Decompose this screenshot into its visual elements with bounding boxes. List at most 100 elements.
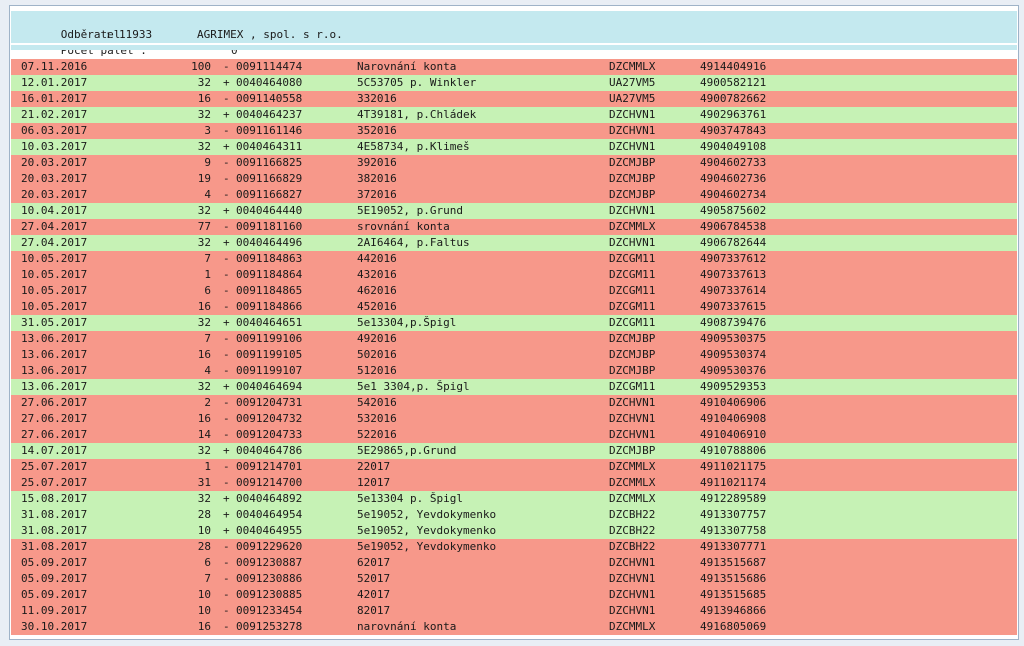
row-date: 27.06.2017 [21, 428, 88, 441]
table-row[interactable]: 16.01.2017 16-0091140558 332016 UA27VM5 4900… [11, 91, 1017, 107]
row-document-number: 0091230886 [236, 572, 303, 585]
table-row[interactable]: 13.06.2017 32 +0040464694 5e1 3304,p. Špigl… [11, 379, 1017, 395]
customer-line: Odběratel:11933 AGRIMEX , spol. s r.o. [21, 11, 343, 41]
table-row[interactable]: 27.06.2017 14-0091204733 522016 DZCHVN1 4910… [11, 427, 1017, 443]
table-row[interactable]: 31.08.2017 10 +0040464955 5e19052, Yevdokym… [11, 523, 1017, 539]
table-row[interactable]: 13.06.2017 16-0091199105 502016 DZCMJBP 4909… [11, 347, 1017, 363]
row-date: 10.04.2017 [21, 204, 88, 217]
row-document-number: 0091161146 [236, 124, 303, 137]
table-row[interactable]: 25.07.2017 31-0091214700 12017 DZCMMLX 49110… [11, 475, 1017, 491]
table-row[interactable]: 10.03.2017 32 +0040464311 4E58734, p.Klimeš… [11, 139, 1017, 155]
customer-name: AGRIMEX , spol. s r.o. [197, 28, 343, 41]
row-code: DZCMJBP [609, 332, 656, 345]
table-row[interactable]: 27.04.2017 32 +0040464496 2AI6464, p.Faltus… [11, 235, 1017, 251]
table-row[interactable]: 31.08.2017 28 +0040464954 5e19052, Yevdokym… [11, 507, 1017, 523]
row-quantity: 32 [197, 204, 211, 217]
table-row[interactable]: 27.04.2017 77-0091181160 srovnání konta DZC… [11, 219, 1017, 235]
row-description: 432016 [357, 268, 397, 281]
table-row[interactable]: 10.05.2017 6-0091184865 462016 DZCGM11 49073… [11, 283, 1017, 299]
row-reference-number: 4903747843 [700, 124, 767, 137]
row-document-number: 0040464080 [236, 76, 303, 89]
table-row[interactable]: 10.05.2017 7-0091184863 442016 DZCGM11 49073… [11, 251, 1017, 267]
table-row[interactable]: 27.06.2017 2-0091204731 542016 DZCHVN1 49104… [11, 395, 1017, 411]
row-description: 2AI6464, p.Faltus [357, 236, 470, 249]
row-document-number: 0040464311 [236, 140, 303, 153]
row-reference-number: 4908739476 [700, 316, 767, 329]
table-row[interactable]: 05.09.2017 7-0091230886 52017 DZCHVN1 491351… [11, 571, 1017, 587]
row-quantity: 32 [197, 380, 211, 393]
table-row[interactable]: 31.05.2017 32 +0040464651 5e13304,p.Špigl DZ… [11, 315, 1017, 331]
table-row[interactable]: 07.11.2016 100-0091114474 Narovnání konta D… [11, 59, 1017, 75]
row-description: srovnání konta [357, 220, 450, 233]
table-row[interactable]: 20.03.2017 9-0091166825 392016 DZCMJBP 49046… [11, 155, 1017, 171]
table-row[interactable]: 25.07.2017 1-0091214701 22017 DZCMMLX 491102… [11, 459, 1017, 475]
row-quantity: 31 [197, 476, 211, 489]
row-reference-number: 4913307771 [700, 540, 767, 553]
table-row[interactable]: 27.06.2017 16-0091204732 532016 DZCHVN1 4910… [11, 411, 1017, 427]
row-reference-number: 4911021174 [700, 476, 767, 489]
row-date: 16.01.2017 [21, 92, 88, 105]
table-row[interactable]: 20.03.2017 4-0091166827 372016 DZCMJBP 49046… [11, 187, 1017, 203]
row-date: 27.06.2017 [21, 412, 88, 425]
table-row[interactable]: 05.09.2017 10-0091230885 42017 DZCHVN1 49135… [11, 587, 1017, 603]
row-quantity: 6 [204, 556, 211, 569]
row-sign: - [223, 604, 230, 617]
row-reference-number: 4907337613 [700, 268, 767, 281]
row-date: 25.07.2017 [21, 476, 88, 489]
row-code: DZCMMLX [609, 492, 656, 505]
row-reference-number: 4909530374 [700, 348, 767, 361]
table-row[interactable]: 15.08.2017 32 +0040464892 5e13304 p. Špigl D… [11, 491, 1017, 507]
table-row[interactable]: 05.09.2017 6-0091230887 62017 DZCHVN1 491351… [11, 555, 1017, 571]
row-date: 31.08.2017 [21, 508, 88, 521]
row-code: DZCMMLX [609, 220, 656, 233]
row-code: DZCGM11 [609, 316, 656, 329]
row-code: DZCGM11 [609, 268, 656, 281]
row-quantity: 32 [197, 444, 211, 457]
row-document-number: 0091181160 [236, 220, 303, 233]
row-date: 14.07.2017 [21, 444, 88, 457]
row-document-number: 0091229620 [236, 540, 303, 553]
row-quantity: 10 [197, 604, 211, 617]
row-description: 62017 [357, 556, 391, 569]
table-row[interactable]: 13.06.2017 7-0091199106 492016 DZCMJBP 49095… [11, 331, 1017, 347]
row-document-number: 0091204731 [236, 396, 303, 409]
table-row[interactable]: 31.08.2017 28-0091229620 5e19052, Yevdokym… [11, 539, 1017, 555]
row-document-number: 0091184866 [236, 300, 303, 313]
table-row[interactable]: 13.06.2017 4-0091199107 512016 DZCMJBP 49095… [11, 363, 1017, 379]
row-description: 42017 [357, 588, 391, 601]
row-date: 20.03.2017 [21, 172, 88, 185]
table-row[interactable]: 30.10.2017 16-0091253278 narovnání konta DZ… [11, 619, 1017, 635]
row-code: DZCHVN1 [609, 572, 656, 585]
table-row[interactable]: 14.07.2017 32 +0040464786 5E29865,p.Grund DZ… [11, 443, 1017, 459]
table-row[interactable]: 21.02.2017 32 +0040464237 4T39181, p.Chláde… [11, 107, 1017, 123]
row-date: 27.04.2017 [21, 220, 88, 233]
row-document-number: 0091214700 [236, 476, 303, 489]
row-code: DZCGM11 [609, 252, 656, 265]
table-row[interactable]: 12.01.2017 32 +0040464080 5C53705 p. Winkle… [11, 75, 1017, 91]
table-row[interactable]: 10.05.2017 1-0091184864 432016 DZCGM11 49073… [11, 267, 1017, 283]
row-quantity: 9 [204, 156, 211, 169]
table-row[interactable]: 06.03.2017 3-0091161146 352016 DZCHVN1 49037… [11, 123, 1017, 139]
row-quantity: 19 [197, 172, 211, 185]
row-description: 5e13304 p. Špigl [357, 492, 463, 505]
row-code: DZCHVN1 [609, 124, 656, 137]
table-row[interactable]: 10.04.2017 32 +0040464440 5E19052, p.Grund D… [11, 203, 1017, 219]
row-description: 332016 [357, 92, 397, 105]
row-description: 52017 [357, 572, 391, 585]
table-row[interactable]: 10.05.2017 16-0091184866 452016 DZCGM11 4907… [11, 299, 1017, 315]
row-document-number: 0091184865 [236, 284, 303, 297]
row-reference-number: 4909530375 [700, 332, 767, 345]
table-row[interactable]: 11.09.2017 10-0091233454 82017 DZCHVN1 49139… [11, 603, 1017, 619]
row-sign: - [223, 284, 230, 297]
row-document-number: 0091184863 [236, 252, 303, 265]
row-code: DZCMJBP [609, 364, 656, 377]
row-sign: + [223, 316, 230, 329]
row-sign: - [223, 220, 230, 233]
row-description: 5E29865,p.Grund [357, 444, 457, 457]
table-row[interactable]: 20.03.2017 19-0091166829 382016 DZCMJBP 4904… [11, 171, 1017, 187]
row-quantity: 32 [197, 76, 211, 89]
row-description: 512016 [357, 364, 397, 377]
row-code: DZCHVN1 [609, 204, 656, 217]
row-code: DZCBH22 [609, 524, 656, 537]
row-date: 15.08.2017 [21, 492, 88, 505]
